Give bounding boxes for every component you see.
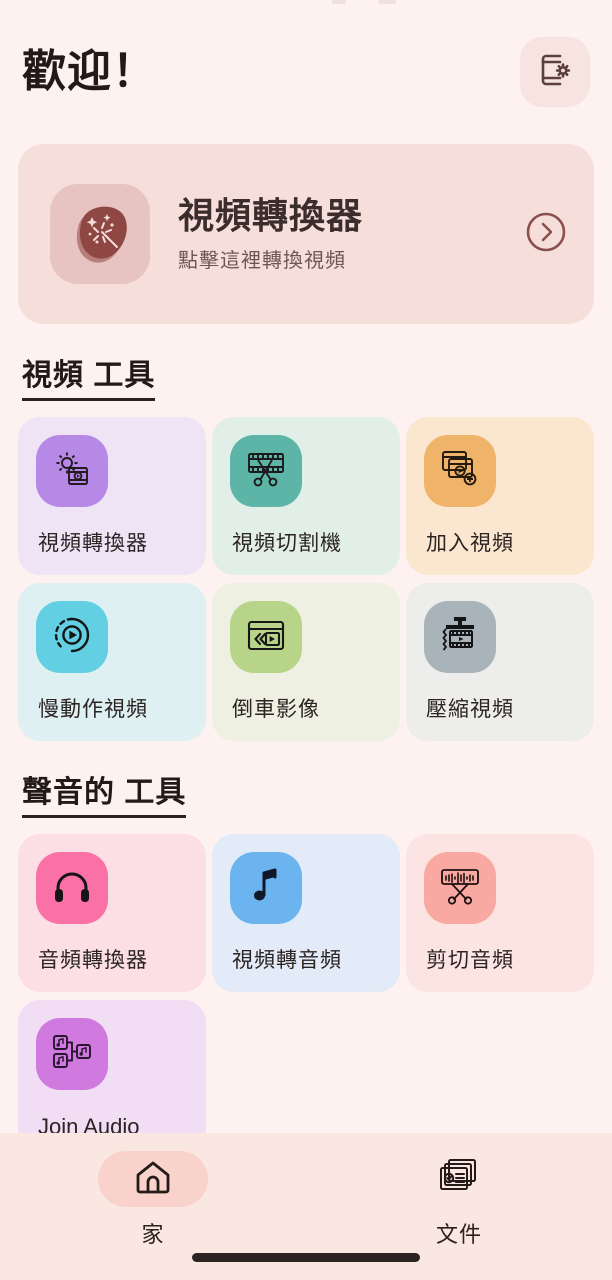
tile-video-cutter[interactable]: 視頻切割機 <box>212 417 400 575</box>
tile-reverse-video[interactable]: 倒車影像 <box>212 583 400 741</box>
nav-item-home[interactable]: 家 <box>0 1151 306 1249</box>
tile-video-to-audio[interactable]: 視頻轉音頻 <box>212 834 400 992</box>
chevron-right-circle-icon <box>524 210 568 259</box>
tile-slow-motion-video[interactable]: 慢動作視頻 <box>18 583 206 741</box>
tile-label: 音頻轉換器 <box>38 949 148 972</box>
tile-icon-bg <box>424 852 496 924</box>
tile-icon-bg <box>36 1018 108 1090</box>
tile-icon-bg <box>36 435 108 507</box>
gear-film-icon <box>50 447 94 496</box>
tile-label: 倒車影像 <box>232 698 320 721</box>
tile-label: Join Audio <box>38 1114 140 1133</box>
tile-label: 慢動作視頻 <box>38 698 148 721</box>
video-tools-grid: 視頻轉換器 視頻切割機 加入視頻 慢動作視頻 倒車影像 壓縮視頻 <box>18 417 594 741</box>
tile-cut-audio[interactable]: 剪切音頻 <box>406 834 594 992</box>
section-heading-video: 視頻 工具 <box>22 350 156 401</box>
magic-wand-blob-icon <box>62 194 138 275</box>
page-title: 歡迎！ <box>22 47 157 96</box>
banner-title: 視頻轉換器 <box>178 194 364 236</box>
app-root: 歡迎！ 視頻轉換器 點擊這裡轉換視頻 視頻 工具 視頻轉換器 視頻切割機 加入視… <box>0 0 612 1280</box>
audio-tools-grid: 音頻轉換器 視頻轉音頻 剪切音頻 Join Audio <box>18 834 594 1133</box>
tile-label: 壓縮視頻 <box>426 698 514 721</box>
gesture-home-indicator[interactable] <box>192 1253 420 1262</box>
tile-label: 視頻轉音頻 <box>232 949 342 972</box>
add-video-icon <box>438 447 482 496</box>
music-note-icon <box>244 864 288 913</box>
join-audio-icon <box>50 1030 94 1079</box>
video-converter-banner[interactable]: 視頻轉換器 點擊這裡轉換視頻 <box>18 144 594 324</box>
headphones-icon <box>50 864 94 913</box>
banner-arrow-button[interactable] <box>524 210 568 259</box>
main-content: 視頻轉換器 點擊這裡轉換視頻 視頻 工具 視頻轉換器 視頻切割機 加入視頻 慢動… <box>0 120 612 1133</box>
tile-compress-video[interactable]: 壓縮視頻 <box>406 583 594 741</box>
tile-icon-bg <box>230 601 302 673</box>
section-video-tools: 視頻 工具 視頻轉換器 視頻切割機 加入視頻 慢動作視頻 倒車影像 壓縮視頻 <box>18 324 594 741</box>
tile-icon-bg <box>36 601 108 673</box>
waveform-scissors-icon <box>438 864 482 913</box>
device-settings-button[interactable] <box>520 37 590 107</box>
tile-audio-converter[interactable]: 音頻轉換器 <box>18 834 206 992</box>
tile-join-audio[interactable]: Join Audio <box>18 1000 206 1133</box>
compress-video-icon <box>438 613 482 662</box>
bottom-navigation: 家 文件 <box>0 1133 612 1280</box>
home-icon <box>132 1156 174 1203</box>
nav-pill-active <box>98 1151 208 1207</box>
section-heading-audio: 聲音的 工具 <box>22 767 187 818</box>
tile-label: 剪切音頻 <box>426 949 514 972</box>
nav-pill <box>404 1151 514 1207</box>
tile-icon-bg <box>424 435 496 507</box>
tile-label: 視頻切割機 <box>232 532 342 555</box>
nav-label: 家 <box>141 1222 165 1247</box>
status-bar <box>0 0 612 10</box>
section-audio-tools: 聲音的 工具 音頻轉換器 視頻轉音頻 剪切音頻 Join Audio <box>18 741 594 1133</box>
tile-label: 視頻轉換器 <box>38 532 148 555</box>
phone-gear-icon <box>535 50 575 95</box>
tile-icon-bg <box>36 852 108 924</box>
banner-icon-tile <box>50 184 150 284</box>
film-scissors-icon <box>244 447 288 496</box>
tile-join-video[interactable]: 加入視頻 <box>406 417 594 575</box>
files-icon <box>438 1156 480 1203</box>
tile-icon-bg <box>424 601 496 673</box>
tile-label: 加入視頻 <box>426 532 514 555</box>
nav-label: 文件 <box>435 1222 482 1247</box>
tile-icon-bg <box>230 435 302 507</box>
banner-subtitle: 點擊這裡轉換視頻 <box>178 250 346 273</box>
banner-text-block: 視頻轉換器 點擊這裡轉換視頻 <box>150 195 524 273</box>
reverse-video-icon <box>244 613 288 662</box>
tile-video-converter[interactable]: 視頻轉換器 <box>18 417 206 575</box>
tile-icon-bg <box>230 852 302 924</box>
page-header: 歡迎！ <box>0 10 612 120</box>
slow-motion-play-icon <box>50 613 94 662</box>
status-bar-glyph <box>332 0 346 4</box>
nav-item-files[interactable]: 文件 <box>306 1151 612 1249</box>
status-bar-glyph <box>378 0 396 4</box>
